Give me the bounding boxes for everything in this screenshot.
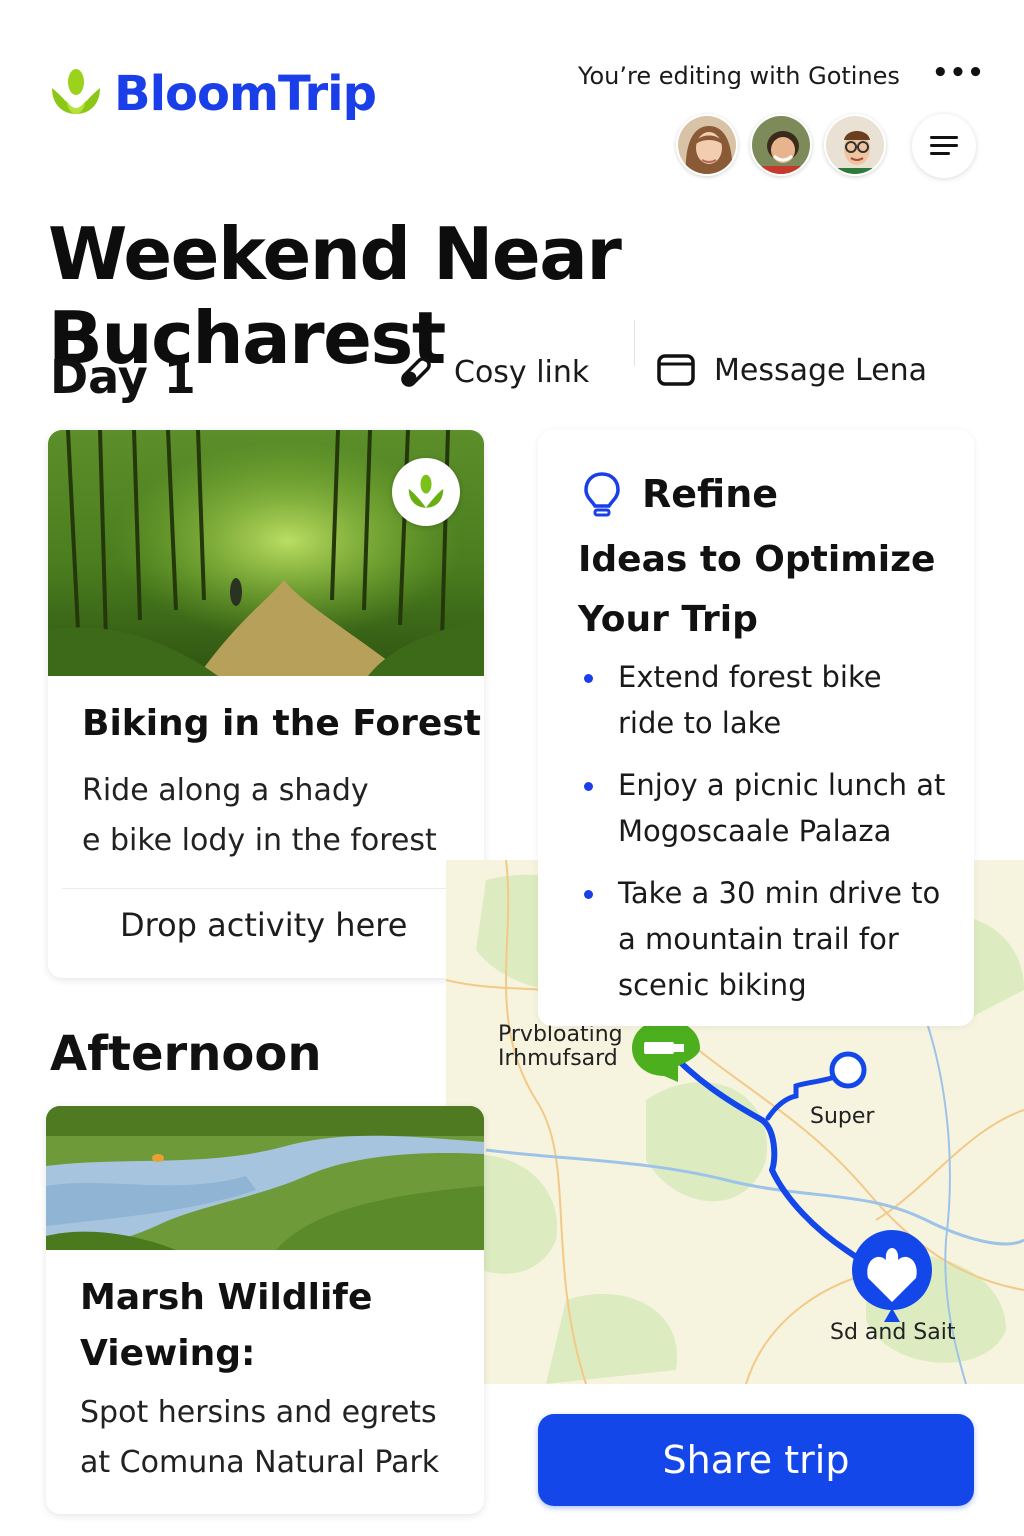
divider [634, 320, 635, 366]
tip-line: ride to lake [618, 706, 782, 740]
list-item[interactable]: Take a 30 min drive to a mountain trail … [578, 870, 958, 1008]
copy-link-button[interactable]: Cosy link [396, 352, 589, 392]
message-icon [657, 354, 695, 386]
marsh-photo [46, 1106, 484, 1250]
lightbulb-icon [584, 472, 620, 517]
day-title: Day 1 [50, 350, 196, 404]
bloom-leaf-icon [408, 474, 444, 508]
collaborator-avatars [676, 114, 886, 176]
marsh-desc-line1: Spot hersins and egrets [80, 1395, 437, 1430]
brand-name: BloomTrip [114, 66, 377, 122]
activity-desc-line1: Ride along a shady [82, 773, 369, 808]
tip-line: a mountain trail for [618, 922, 899, 956]
activity-desc-line2: e bike lody in the forest [82, 823, 437, 858]
message-label: Message Lena [714, 352, 928, 388]
activity-title: Biking in the Forest [82, 703, 481, 744]
share-trip-button[interactable]: Share trip [538, 1414, 974, 1506]
list-item[interactable]: Enjoy a picnic lunch at Mogoscaale Palaz… [578, 762, 958, 854]
tip-line: Extend forest bike [618, 660, 882, 694]
tip-line: Enjoy a picnic lunch at [618, 768, 946, 802]
link-icon [401, 357, 431, 387]
tip-line: scenic biking [618, 968, 807, 1002]
activity-card-marsh[interactable]: Marsh Wildlife Viewing: Spot hersins and… [46, 1106, 484, 1514]
more-dots-icon[interactable]: ••• [932, 58, 985, 88]
menu-button[interactable] [912, 114, 976, 178]
tip-line: Take a 30 min drive to [618, 876, 941, 910]
marsh-desc-line2: at Comuna Natural Park [80, 1445, 440, 1480]
map-label-end: Sd and Sait [830, 1320, 956, 1345]
avatar[interactable] [676, 114, 738, 176]
drop-activity-zone[interactable]: Drop activity here [120, 906, 407, 944]
map-label-start-line2: Irhmufsard [498, 1046, 618, 1071]
message-button[interactable]: Message Lena [656, 352, 927, 388]
marsh-title-line2: Viewing: [80, 1333, 256, 1374]
afternoon-title: Afternoon [50, 1026, 322, 1082]
collab-status: You’re editing with Gotines [578, 62, 900, 90]
avatar[interactable] [750, 114, 812, 176]
map-label-mid: Super [810, 1104, 875, 1129]
tip-line: Mogoscaale Palaza [618, 814, 892, 848]
refine-title-line2: Your Trip [578, 599, 758, 640]
list-item[interactable]: Extend forest bike ride to lake [578, 654, 958, 746]
refine-label: Refine [642, 472, 779, 516]
bloom-badge [392, 458, 460, 526]
drop-zone-divider [62, 888, 480, 889]
marsh-title-line1: Marsh Wildlife [80, 1277, 373, 1318]
hamburger-icon [930, 136, 958, 155]
brand-logo[interactable]: BloomTrip [48, 66, 377, 122]
avatar[interactable] [824, 114, 886, 176]
bloom-leaf-icon [52, 69, 100, 114]
tips-list: Extend forest bike ride to lake Enjoy a … [578, 654, 958, 1024]
refine-title: Ideas to Optimize Your Trip [578, 530, 958, 650]
refine-header: Refine [582, 470, 778, 518]
copy-link-label: Cosy link [454, 354, 590, 390]
refine-title-line1: Ideas to Optimize [578, 539, 936, 580]
